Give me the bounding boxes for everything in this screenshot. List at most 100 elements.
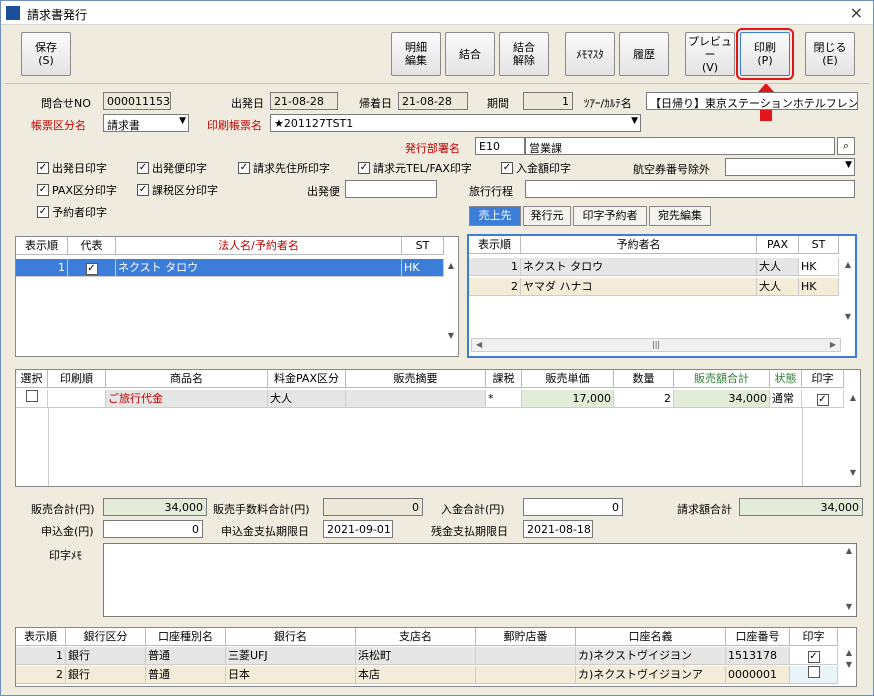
table-cell[interactable]: 普通 (146, 647, 226, 665)
select-checkbox[interactable] (16, 390, 48, 408)
tab-address-edit[interactable]: 宛先編集 (649, 206, 711, 226)
table-cell[interactable]: 通常 (770, 390, 802, 408)
tab-issuer[interactable]: 発行元 (523, 206, 571, 226)
balance-due-field[interactable]: 2021-08-18 (523, 520, 593, 538)
horizontal-scrollbar[interactable]: ◀ ||| ▶ (471, 338, 841, 352)
apply-due-field[interactable]: 2021-09-01 (323, 520, 393, 538)
col-header: 印刷順 (48, 370, 106, 388)
depart-date-field: 21-08-28 (270, 92, 338, 110)
table-cell[interactable]: 1 (16, 259, 68, 277)
table-cell[interactable]: 0000001 (726, 666, 790, 684)
print-depart-flight-check[interactable]: ✓ 出発便印字 (137, 160, 207, 176)
table-cell[interactable]: 普通 (146, 666, 226, 684)
history-button[interactable]: 履歴 (619, 32, 669, 76)
vertical-scrollbar[interactable]: ▲ ▼ (842, 647, 856, 685)
merge-button[interactable]: 結合 (445, 32, 495, 76)
table-cell[interactable]: 2 (614, 390, 674, 408)
col-header: 支店名 (356, 628, 476, 646)
tour-name-field[interactable]: 【日帰り】東京ステーションホテルフレンチ付き (646, 92, 858, 110)
col-header: 口座番号 (726, 628, 790, 646)
toolbar-divider (5, 83, 869, 84)
deposit-total-label: 入金合計(円) (441, 503, 505, 516)
dept-code-field[interactable]: E10 (475, 137, 525, 155)
flight-field[interactable] (345, 180, 437, 198)
col-header: 予約者名 (521, 236, 757, 254)
print-tel-fax-check[interactable]: ✓ 請求元TEL/FAX印字 (358, 160, 472, 176)
col-header: 料金PAX区分 (268, 370, 346, 388)
table-cell[interactable]: カ)ネクストヴイジヨンア (576, 666, 726, 684)
col-header: 数量 (614, 370, 674, 388)
table-cell[interactable] (346, 390, 486, 408)
table-cell[interactable]: 2 (16, 666, 66, 684)
vertical-scrollbar[interactable]: ▲ ▼ (444, 259, 458, 356)
table-cell[interactable]: 本店 (356, 666, 476, 684)
print-form-select[interactable]: ★201127TST1 ▼ (270, 114, 641, 132)
table-cell[interactable]: 17,000 (522, 390, 614, 408)
table-cell[interactable]: 1 (469, 258, 521, 276)
sales-total-field: 34,000 (103, 498, 207, 516)
itinerary-field[interactable] (525, 180, 855, 198)
print-booker-check[interactable]: ✓ 予約者印字 (37, 204, 107, 220)
table-cell[interactable]: * (486, 390, 522, 408)
table-cell[interactable]: カ)ネクストヴイジヨン (576, 647, 726, 665)
table-cell[interactable]: 三菱UFJ (226, 647, 356, 665)
print-deposit-check[interactable]: ✓ 入金額印字 (501, 160, 571, 176)
apply-money-field[interactable]: 0 (103, 520, 203, 538)
col-header: 販売額合計 (674, 370, 770, 388)
unmerge-button[interactable]: 結合 解除 (499, 32, 549, 76)
vertical-scrollbar[interactable]: ▲ ▼ (846, 390, 860, 486)
print-pax-check[interactable]: ✓ PAX区分印字 (37, 182, 117, 198)
print-checkbox[interactable]: ✓ (802, 390, 844, 408)
vertical-scrollbar[interactable]: ▲ ▼ (841, 258, 855, 336)
table-cell[interactable]: 浜松町 (356, 647, 476, 665)
table-cell[interactable]: 2 (469, 278, 521, 296)
table-cell[interactable] (476, 666, 576, 684)
corporate-grid[interactable]: 表示順 代表 法人名/予約者名 ST 1 ✓ ネクスト タロウ HK ▲ ▼ (15, 236, 459, 357)
table-cell[interactable]: 1 (16, 647, 66, 665)
return-date-field: 21-08-28 (398, 92, 468, 110)
table-cell[interactable]: 34,000 (674, 390, 770, 408)
table-cell[interactable]: HK (799, 258, 839, 276)
title-bar: 請求書発行 × (1, 1, 873, 25)
table-cell[interactable] (476, 647, 576, 665)
table-cell[interactable]: HK (799, 278, 839, 296)
table-cell[interactable]: 大人 (757, 258, 799, 276)
print-depart-date-check[interactable]: ✓ 出発日印字 (37, 160, 107, 176)
table-cell[interactable]: 大人 (268, 390, 346, 408)
save-button[interactable]: 保存 (S) (21, 32, 71, 76)
table-cell[interactable]: ご旅行代金 (106, 390, 268, 408)
table-cell[interactable]: ネクスト タロウ (116, 259, 402, 277)
memo-master-button[interactable]: ﾒﾓﾏｽﾀ (565, 32, 615, 76)
representative-checkbox[interactable]: ✓ (68, 259, 116, 277)
table-cell[interactable]: ヤマダ ハナコ (521, 278, 757, 296)
table-cell[interactable]: HK (402, 259, 444, 277)
tab-sales-dest[interactable]: 売上先 (469, 206, 521, 226)
table-cell[interactable]: 日本 (226, 666, 356, 684)
print-bill-address-check[interactable]: ✓ 請求先住所印字 (238, 160, 330, 176)
table-cell[interactable]: 大人 (757, 278, 799, 296)
bank-grid[interactable]: 表示順 銀行区分 口座種別名 銀行名 支店名 郵貯店番 口座名義 口座番号 印字… (15, 627, 857, 687)
tab-print-booker[interactable]: 印字予約者 (573, 206, 647, 226)
items-grid[interactable]: 選択 印刷順 商品名 料金PAX区分 販売摘要 課税 販売単価 数量 販売額合計… (15, 369, 861, 487)
close-icon[interactable]: × (850, 3, 863, 22)
airline-exclude-select[interactable]: ▼ (725, 158, 855, 176)
itinerary-label: 旅行行程 (469, 185, 513, 198)
print-checkbox[interactable]: ✓ (790, 647, 838, 665)
table-cell[interactable]: 1513178 (726, 647, 790, 665)
print-checkbox[interactable] (790, 666, 838, 684)
print-tax-check[interactable]: ✓ 課税区分印字 (137, 182, 218, 198)
memo-textarea[interactable]: ▲ ▼ (103, 543, 857, 617)
table-cell[interactable]: 銀行 (66, 647, 146, 665)
preview-button[interactable]: プレビュー (V) (685, 32, 735, 76)
table-cell[interactable] (48, 390, 106, 408)
dept-label: 発行部署名 (405, 142, 460, 155)
form-type-select[interactable]: 請求書 ▼ (103, 114, 189, 132)
search-icon[interactable]: ⌕ (837, 137, 855, 155)
detail-edit-button[interactable]: 明細 編集 (391, 32, 441, 76)
booker-grid[interactable]: 表示順 予約者名 PAX ST 1 ネクスト タロウ 大人 HK 2 ヤマダ ハ… (467, 234, 857, 358)
table-cell[interactable]: ネクスト タロウ (521, 258, 757, 276)
vertical-scrollbar[interactable]: ▲ ▼ (842, 544, 856, 616)
table-cell[interactable]: 銀行 (66, 666, 146, 684)
close-button[interactable]: 閉じる (E) (805, 32, 855, 76)
deposit-total-field[interactable]: 0 (523, 498, 623, 516)
